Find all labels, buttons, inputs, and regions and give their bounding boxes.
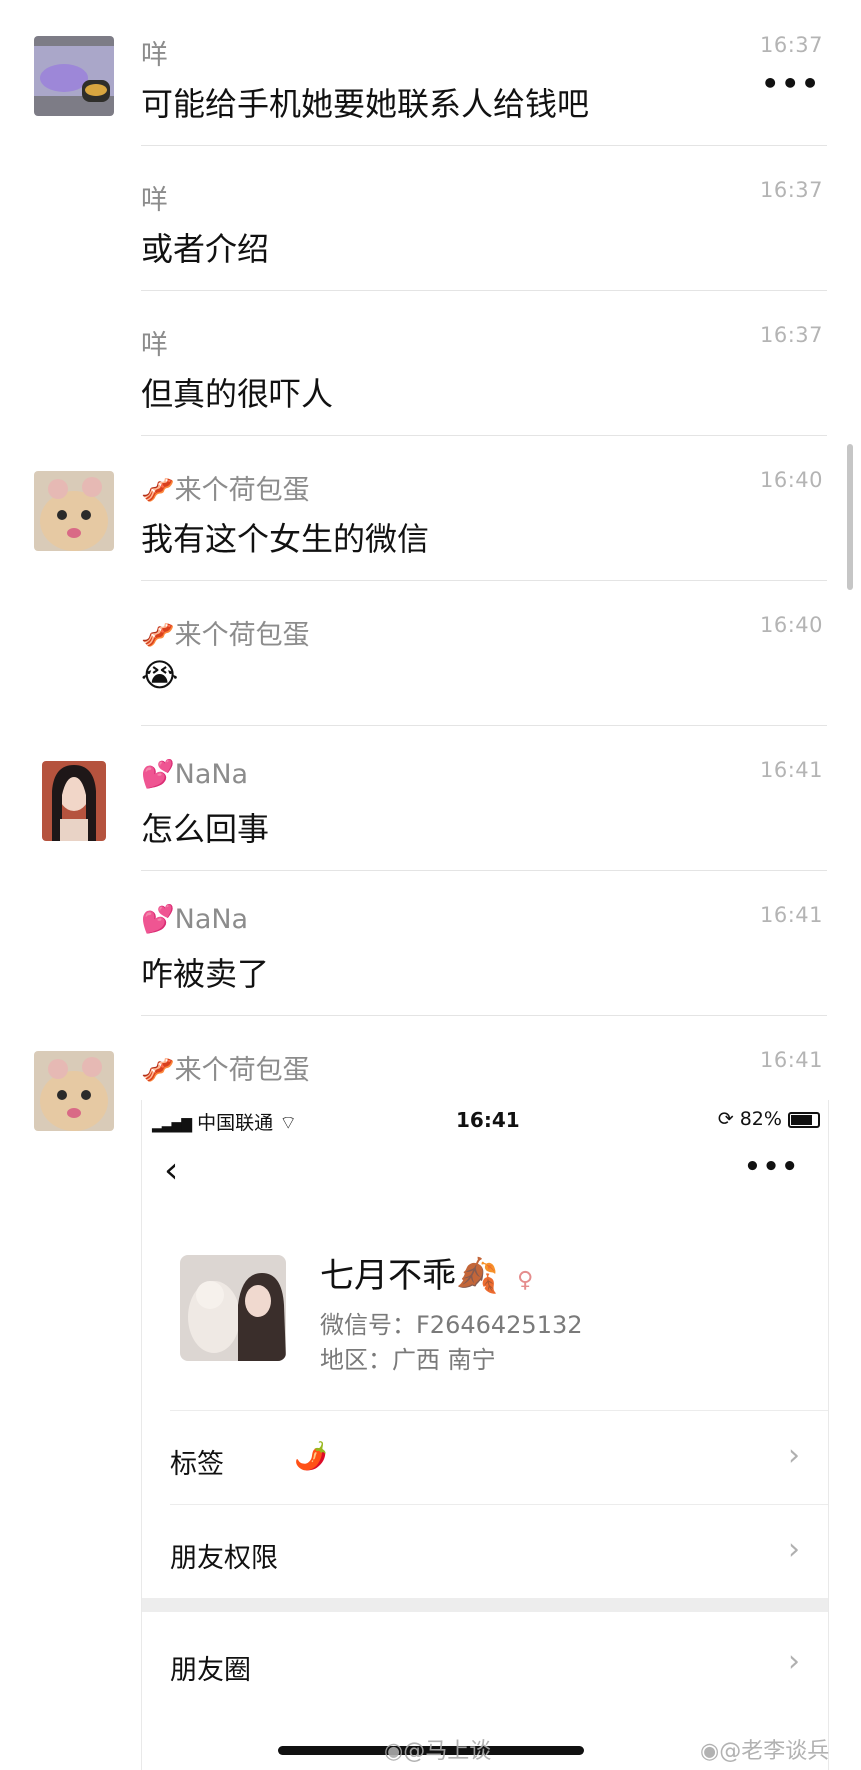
- message-time: 16:40: [759, 468, 823, 492]
- moments-row[interactable]: 朋友圈 ›: [142, 1618, 828, 1710]
- message-text: 我有这个女生的微信: [141, 520, 430, 558]
- carrier-name: 中国联通: [197, 1112, 274, 1134]
- sender-name: 🥓来个荷包蛋: [141, 475, 310, 506]
- message-text: 或者介绍: [141, 230, 270, 268]
- row-label: 朋友圈: [170, 1655, 251, 1686]
- wechat-id: 微信号：F2646425132: [320, 1311, 583, 1339]
- rotation-lock-icon: ⟳: [717, 1108, 734, 1130]
- watermark: ◉@马上谈: [384, 1733, 491, 1765]
- crying-emoji: 😭: [141, 656, 179, 694]
- message-time: 16:41: [759, 758, 823, 782]
- sender-name: 咩: [141, 40, 168, 71]
- chevron-right-icon: ›: [788, 1532, 800, 1567]
- female-gender-icon: ♀: [517, 1268, 534, 1293]
- weibo-icon: ◉: [700, 1739, 720, 1764]
- message-text: 但真的很吓人: [141, 375, 334, 413]
- message-time: 16:37: [759, 323, 823, 347]
- row-label: 标签: [170, 1449, 224, 1480]
- divider: [141, 1015, 827, 1016]
- carrier-label: ▂▃▅▇ 中国联通 ⌔: [152, 1108, 297, 1135]
- status-time: 16:41: [456, 1108, 520, 1132]
- message-text: 咋被卖了: [141, 955, 270, 993]
- tags-row[interactable]: 标签 🌶️ ›: [142, 1412, 828, 1504]
- message-image-profile-screenshot[interactable]: ▂▃▅▇ 中国联通 ⌔ 16:41 ⟳ 82% ‹ ••• 七月不乖🍂 ♀ 微信…: [141, 1100, 829, 1770]
- row-label: 朋友权限: [170, 1543, 278, 1574]
- watermark: ◉@老李谈兵: [700, 1733, 829, 1765]
- region: 地区：广西 南宁: [320, 1346, 496, 1374]
- battery-indicator: ⟳ 82%: [718, 1108, 820, 1130]
- avatar[interactable]: [34, 36, 114, 116]
- divider: [141, 145, 827, 146]
- sender-name: 💕NaNa: [141, 759, 249, 790]
- divider: [170, 1410, 828, 1411]
- wifi-icon: ⌔: [279, 1112, 298, 1134]
- leaf-icon: 🍂: [456, 1256, 499, 1296]
- sender-name: 🥓来个荷包蛋: [141, 1055, 310, 1086]
- signal-icon: ▂▃▅▇: [152, 1117, 192, 1133]
- sender-name: 咩: [141, 330, 168, 361]
- status-bar: ▂▃▅▇ 中国联通 ⌔ 16:41 ⟳ 82%: [142, 1100, 828, 1138]
- profile-avatar[interactable]: [180, 1255, 286, 1361]
- divider: [141, 580, 827, 581]
- friend-permissions-row[interactable]: 朋友权限 ›: [142, 1506, 828, 1598]
- divider: [141, 870, 827, 871]
- avatar[interactable]: [34, 471, 114, 551]
- profile-name-text: 七月不乖: [320, 1256, 456, 1296]
- sender-name: 咩: [141, 185, 168, 216]
- battery-percent: 82%: [739, 1108, 782, 1130]
- battery-icon: [788, 1111, 820, 1128]
- sender-name: 💕NaNa: [141, 904, 249, 935]
- divider: [141, 290, 827, 291]
- divider: [141, 435, 827, 436]
- message-time: 16:41: [759, 903, 823, 927]
- message-time: 16:40: [759, 613, 823, 637]
- watermark-text: @马上谈: [403, 1739, 492, 1764]
- watermark-text: @老李谈兵: [719, 1739, 830, 1764]
- avatar[interactable]: [34, 1051, 114, 1131]
- divider: [141, 725, 827, 726]
- weibo-icon: ◉: [384, 1739, 404, 1764]
- back-icon[interactable]: ‹: [164, 1150, 178, 1191]
- chevron-right-icon: ›: [788, 1438, 800, 1473]
- profile-name: 七月不乖🍂 ♀: [320, 1248, 533, 1297]
- message-time: 16:37: [759, 178, 823, 202]
- section-gap: [142, 1598, 828, 1612]
- avatar[interactable]: [42, 761, 106, 841]
- more-options-button[interactable]: •••: [761, 67, 821, 100]
- more-icon[interactable]: •••: [744, 1152, 800, 1182]
- chili-icon: 🌶️: [294, 1441, 328, 1472]
- sender-name: 🥓来个荷包蛋: [141, 620, 310, 651]
- message-text: 怎么回事: [141, 810, 270, 848]
- message-time: 16:41: [759, 1048, 823, 1072]
- message-text: 可能给手机她要她联系人给钱吧: [141, 85, 590, 123]
- divider: [170, 1504, 828, 1505]
- chevron-right-icon: ›: [788, 1644, 800, 1679]
- chat-scrollbar[interactable]: [847, 444, 853, 590]
- message-time: 16:37: [759, 33, 823, 57]
